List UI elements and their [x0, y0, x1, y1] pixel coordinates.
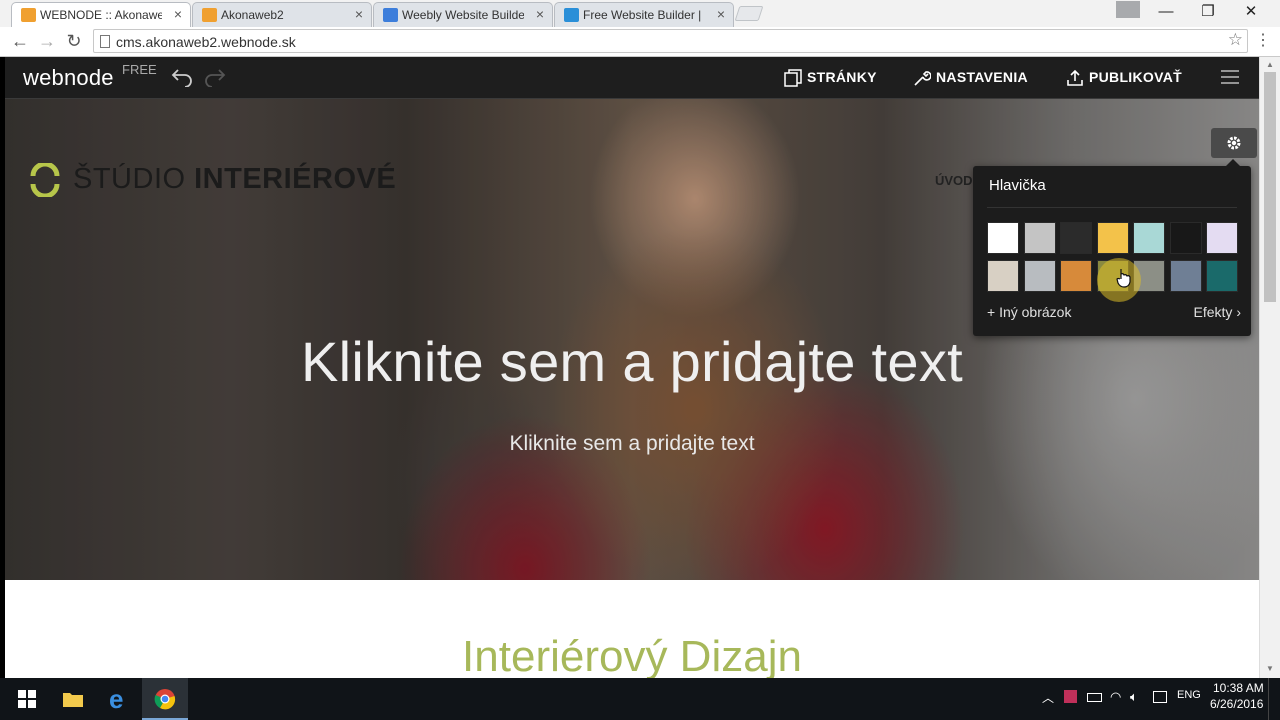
- tray-app-icon[interactable]: [1064, 690, 1077, 703]
- pages-menu-button[interactable]: STRÁNKY: [784, 69, 877, 88]
- user-profile-icon[interactable]: [1116, 1, 1140, 18]
- url-text: cms.akonaweb2.webnode.sk: [116, 34, 296, 50]
- language-indicator[interactable]: ENG: [1177, 689, 1201, 701]
- gear-icon: [1227, 136, 1241, 150]
- site-nav-uvod[interactable]: ÚVOD: [935, 173, 973, 188]
- file-explorer-button[interactable]: [50, 678, 96, 720]
- scroll-up-icon[interactable]: ▲: [1266, 60, 1274, 69]
- address-bar[interactable]: cms.akonaweb2.webnode.sk ☆: [93, 29, 1248, 53]
- tab-free-website-builder[interactable]: Free Website Builder | Cre ×: [554, 2, 734, 27]
- back-arrow-icon[interactable]: ←: [9, 30, 31, 52]
- chrome-taskbar-button[interactable]: [142, 678, 188, 720]
- effects-link[interactable]: Efekty ›: [1194, 304, 1241, 320]
- clock-date[interactable]: 6/26/2016: [1210, 697, 1263, 711]
- tab-title: WEBNODE :: Akonaweb2: [40, 8, 162, 22]
- undo-icon[interactable]: [171, 67, 193, 87]
- pages-label: STRÁNKY: [807, 69, 877, 85]
- tray-chevron-icon[interactable]: ︿: [1042, 689, 1054, 706]
- show-desktop-button[interactable]: [1268, 678, 1273, 720]
- edge-icon: e: [109, 684, 124, 714]
- background-swatch[interactable]: [1060, 222, 1092, 254]
- background-swatch[interactable]: [1023, 222, 1056, 254]
- tab-webnode[interactable]: WEBNODE :: Akonaweb2 ×: [11, 2, 191, 27]
- settings-label: NASTAVENIA: [936, 69, 1028, 85]
- close-window-icon[interactable]: ✕: [1230, 0, 1272, 26]
- brand-bold: INTERIÉROVÉ: [194, 163, 397, 195]
- action-center-icon[interactable]: [1153, 691, 1167, 703]
- start-button[interactable]: [4, 678, 50, 720]
- section-heading[interactable]: Interiérový Dizajn: [5, 632, 1259, 682]
- hamburger-menu-icon[interactable]: [1221, 70, 1239, 84]
- webnode-logo: webnode: [23, 65, 114, 90]
- page-scrollbar[interactable]: ▲ ▼: [1259, 57, 1280, 678]
- background-swatch[interactable]: [1096, 222, 1129, 254]
- tab-title: Weebly Website Builder: C: [402, 8, 524, 22]
- header-settings-panel: Hlavička + Iný obrázok Efekty ›: [973, 159, 1251, 336]
- scroll-thumb[interactable]: [1264, 72, 1276, 302]
- close-tab-icon[interactable]: ×: [355, 6, 363, 22]
- tab-weebly[interactable]: Weebly Website Builder: C ×: [373, 2, 553, 27]
- hero-subtitle[interactable]: Kliknite sem a pridajte text: [5, 432, 1259, 456]
- tab-title: Akonaweb2: [221, 8, 284, 22]
- chrome-menu-icon[interactable]: ⋮: [1252, 30, 1274, 52]
- chrome-icon: [154, 689, 176, 710]
- scroll-down-icon[interactable]: ▼: [1266, 664, 1274, 673]
- site-favicon-icon: [564, 8, 579, 22]
- background-swatch[interactable]: [987, 222, 1019, 254]
- edge-browser-button[interactable]: e: [96, 678, 142, 720]
- site-brand-name[interactable]: ŠTÚDIO INTERIÉROVÉ: [73, 163, 396, 196]
- studio-logo-icon: [30, 163, 60, 197]
- weebly-favicon-icon: [383, 8, 398, 22]
- panel-title: Hlavička: [989, 177, 1046, 194]
- windows-logo-icon: [18, 690, 36, 708]
- background-swatch[interactable]: [1060, 260, 1092, 292]
- reload-icon[interactable]: ↻: [63, 30, 85, 52]
- folder-icon: [63, 693, 83, 707]
- wifi-icon[interactable]: ◠: [1110, 689, 1121, 705]
- forward-arrow-icon[interactable]: →: [36, 30, 58, 52]
- other-image-link[interactable]: + Iný obrázok: [987, 304, 1071, 320]
- publish-menu-button[interactable]: PUBLIKOVAŤ: [1066, 69, 1182, 87]
- page-content: Interiérový Dizajn: [5, 580, 1259, 681]
- minimize-icon[interactable]: —: [1145, 0, 1187, 26]
- browser-titlebar: WEBNODE :: Akonaweb2 × Akonaweb2 × Weebl…: [0, 0, 1280, 27]
- browser-toolbar: ← → ↻ cms.akonaweb2.webnode.sk ☆ ⋮: [0, 27, 1280, 57]
- background-swatch[interactable]: [1169, 222, 1202, 254]
- close-tab-icon[interactable]: ×: [174, 6, 182, 22]
- redo-icon[interactable]: [204, 67, 226, 87]
- new-tab-button[interactable]: [734, 6, 764, 21]
- webnode-favicon-icon: [202, 8, 217, 22]
- windows-taskbar: e ︿ ◠ 🔈︎ ENG 10:38 AM 6/26/2016: [0, 678, 1280, 720]
- brand-light: ŠTÚDIO: [73, 163, 186, 195]
- restore-icon[interactable]: ❐: [1187, 0, 1229, 26]
- wrench-icon: [914, 71, 931, 86]
- settings-menu-button[interactable]: NASTAVENIA: [913, 69, 1028, 87]
- publish-label: PUBLIKOVAŤ: [1089, 69, 1182, 85]
- background-swatch[interactable]: [1133, 222, 1165, 254]
- close-tab-icon[interactable]: ×: [536, 6, 544, 22]
- background-swatch[interactable]: [987, 260, 1019, 292]
- page-icon: [100, 35, 110, 48]
- webnode-toolbar: webnode FREE STRÁNKY NASTAVENIA PUBLIKOV…: [5, 57, 1259, 99]
- pages-icon: [784, 69, 802, 88]
- plan-badge: FREE: [122, 62, 157, 77]
- webnode-favicon-icon: [21, 8, 36, 22]
- background-swatch[interactable]: [1206, 260, 1238, 292]
- volume-icon[interactable]: 🔈︎: [1130, 689, 1138, 705]
- hero-title[interactable]: Kliknite sem a pridajte text: [5, 329, 1259, 394]
- upload-icon: [1067, 70, 1083, 87]
- background-swatch[interactable]: [1206, 222, 1238, 254]
- header-settings-button[interactable]: [1211, 128, 1257, 158]
- clock-time[interactable]: 10:38 AM: [1213, 681, 1264, 695]
- close-tab-icon[interactable]: ×: [717, 6, 725, 22]
- hand-cursor-icon: [1116, 269, 1131, 288]
- bookmark-star-icon[interactable]: ☆: [1228, 30, 1243, 50]
- background-swatch[interactable]: [1169, 260, 1202, 292]
- tab-akonaweb2[interactable]: Akonaweb2 ×: [192, 2, 372, 27]
- battery-icon[interactable]: [1087, 693, 1102, 702]
- tab-title: Free Website Builder | Cre: [583, 8, 705, 22]
- background-swatch[interactable]: [1023, 260, 1056, 292]
